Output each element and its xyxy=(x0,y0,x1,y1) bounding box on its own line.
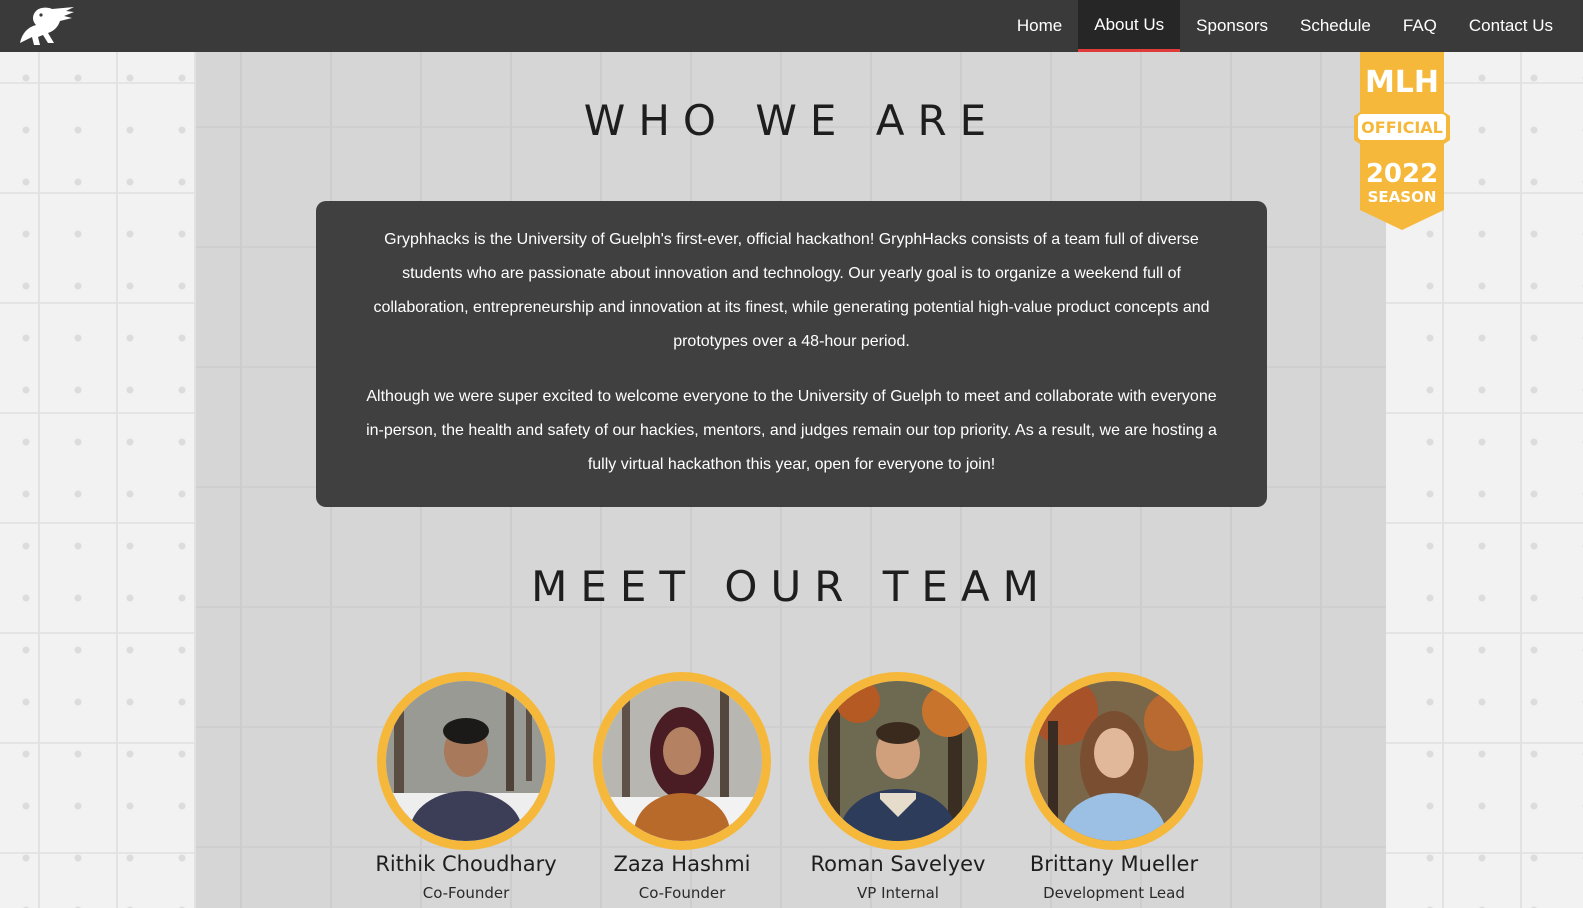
member-name: Rithik Choudhary xyxy=(375,852,557,876)
nav-item-faq[interactable]: FAQ xyxy=(1387,0,1453,52)
avatar xyxy=(377,672,555,850)
nav-item-contact-us[interactable]: Contact Us xyxy=(1453,0,1569,52)
team-row: Rithik Choudhary Co-Founder Zaza Hashmi … xyxy=(0,672,1583,908)
member-role: Co-Founder xyxy=(422,884,510,902)
team-member-card: Zaza Hashmi Co-Founder xyxy=(582,672,782,902)
top-navbar: Home About Us Sponsors Schedule FAQ Cont… xyxy=(0,0,1583,52)
avatar xyxy=(1025,672,1203,850)
badge-year-text: 2022 xyxy=(1366,159,1438,189)
who-we-are-heading: WHO WE ARE xyxy=(583,96,1000,145)
griffin-logo-icon[interactable] xyxy=(14,3,76,49)
team-member-card: Brittany Mueller Development Lead xyxy=(1014,672,1214,902)
about-paragraph-1: Gryphhacks is the University of Guelph's… xyxy=(373,231,1210,350)
nav-item-home[interactable]: Home xyxy=(1001,0,1078,52)
member-role: VP Internal xyxy=(857,884,939,902)
member-name: Brittany Mueller xyxy=(1029,852,1199,876)
badge-mlh-text: MLH xyxy=(1365,65,1439,100)
avatar xyxy=(809,672,987,850)
nav-links: Home About Us Sponsors Schedule FAQ Cont… xyxy=(1001,0,1569,52)
about-box: Gryphhacks is the University of Guelph's… xyxy=(316,201,1267,507)
badge-official-text: OFFICIAL xyxy=(1361,118,1443,137)
member-role: Development Lead xyxy=(1043,884,1185,902)
member-name: Zaza Hashmi xyxy=(613,852,751,876)
meet-our-team-heading: MEET OUR TEAM xyxy=(531,562,1052,611)
avatar xyxy=(593,672,771,850)
nav-item-schedule[interactable]: Schedule xyxy=(1284,0,1387,52)
badge-season-text: SEASON xyxy=(1368,188,1437,206)
about-paragraph-2: Although we were super excited to welcom… xyxy=(366,388,1217,473)
team-member-card: Roman Savelyev VP Internal xyxy=(798,672,998,902)
member-name: Roman Savelyev xyxy=(810,852,986,876)
mlh-official-badge[interactable]: MLH OFFICIAL 2022 SEASON xyxy=(1354,52,1450,230)
team-member-card: Rithik Choudhary Co-Founder xyxy=(366,672,566,902)
nav-item-about-us[interactable]: About Us xyxy=(1078,0,1181,52)
member-role: Co-Founder xyxy=(638,884,726,902)
nav-item-sponsors[interactable]: Sponsors xyxy=(1180,0,1284,52)
